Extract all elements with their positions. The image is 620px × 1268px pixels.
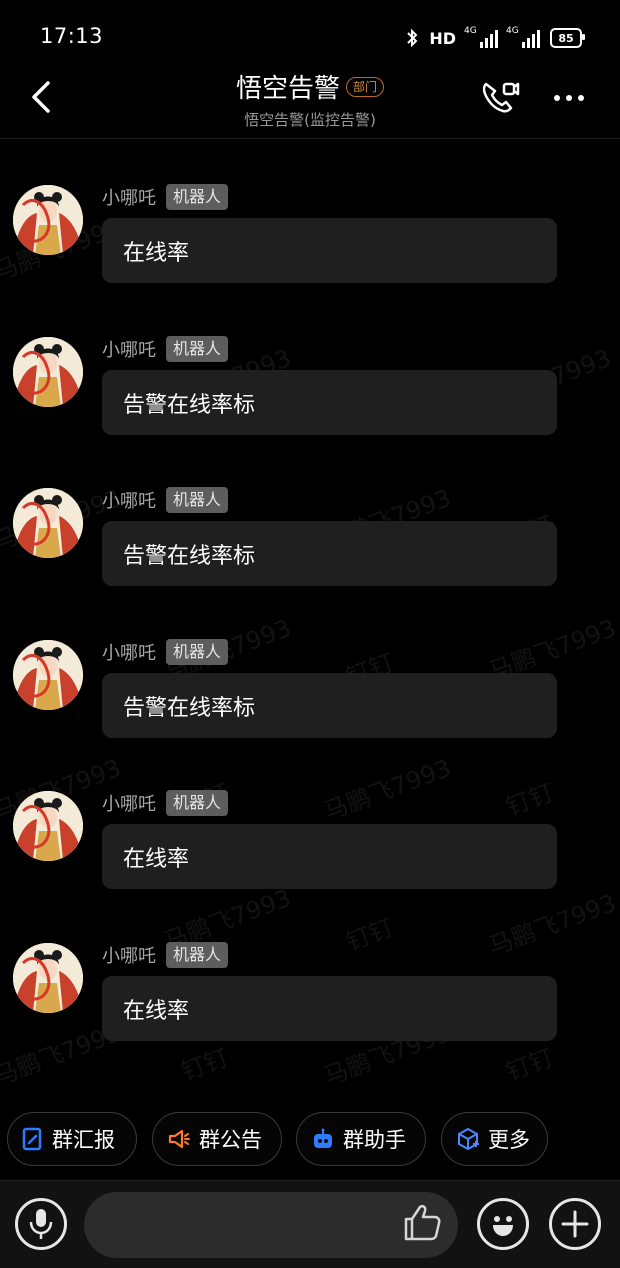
title-block[interactable]: 悟空告警 部门 悟空告警(监控告警) [0,68,620,130]
message-text: 告警在线率标 [123,544,256,569]
dot-icon [578,95,584,101]
message-bubble[interactable]: 在线率 [102,976,557,1041]
message-text: 告警在线率标 [123,696,256,721]
message-item: 小哪吒 机器人 在线率 [0,178,620,318]
status-indicators: HD 4G 4G 85 [405,24,585,52]
avatar[interactable] [13,488,83,558]
avatar[interactable] [13,337,83,407]
signal-icon-1: 4G [464,26,498,48]
group-announcement-label: 群公告 [199,1128,262,1152]
group-announcement-button[interactable]: 群公告 [152,1112,282,1166]
sender-info: 小哪吒 机器人 [102,639,229,665]
message-item: 小哪吒 机器人 告警在线率标 [0,633,620,773]
message-bubble[interactable]: 在线率 [102,218,557,283]
battery-level: 85 [558,31,574,45]
avatar[interactable] [13,943,83,1013]
avatar-illustration-icon [13,185,83,255]
page-subtitle: 悟空告警(监控告警) [244,111,376,129]
smiley-icon [493,1216,513,1236]
avatar-illustration-icon [13,791,83,861]
sender-info: 小哪吒 机器人 [102,184,229,210]
sender-name[interactable]: 小哪吒 [102,487,156,513]
cube-icon [458,1128,479,1150]
message-item: 小哪吒 机器人 在线率 [0,784,620,924]
message-bubble[interactable]: 告警在线率标 [102,370,557,435]
sender-name[interactable]: 小哪吒 [102,184,156,210]
message-text: 在线率 [123,241,190,266]
status-time: 17:13 [40,24,104,48]
message-item: 小哪吒 机器人 告警在线率标 [0,330,620,470]
megaphone-icon [168,1129,190,1149]
sender-info: 小哪吒 机器人 [102,790,229,816]
phone-video-icon [482,82,520,113]
dot-icon [554,95,560,101]
group-assistant-label: 群助手 [343,1128,406,1152]
quick-action-bar: 群汇报 群公告 群助手 更多 [0,1112,620,1170]
battery-icon: 85 [550,28,585,48]
message-list[interactable]: 马鹏飞7993 钉钉 马鹏飞7993 马鹏飞7993 马鹏飞7993 马鹏飞79… [0,140,620,1100]
message-bubble[interactable]: 告警在线率标 [102,673,557,738]
message-text: 在线率 [123,999,190,1024]
avatar[interactable] [13,640,83,710]
bot-badge: 机器人 [166,487,229,513]
signal-icon-2: 4G [506,26,540,48]
sender-name[interactable]: 小哪吒 [102,790,156,816]
call-button[interactable] [476,74,524,120]
emoji-button[interactable] [477,1198,529,1250]
group-assistant-button[interactable]: 群助手 [296,1112,426,1166]
sender-name[interactable]: 小哪吒 [102,639,156,665]
page-title: 悟空告警 [235,74,340,104]
avatar-illustration-icon [13,337,83,407]
signal-2-label: 4G [506,26,519,36]
thumbs-up-icon [404,1204,441,1241]
message-text: 在线率 [123,847,190,872]
bluetooth-icon [407,28,418,48]
message-bubble[interactable]: 告警在线率标 [102,521,557,586]
like-button[interactable] [398,1199,446,1247]
hd-label: HD [429,28,456,48]
microphone-icon [29,1209,53,1239]
sender-name[interactable]: 小哪吒 [102,336,156,362]
chat-header: 悟空告警 部门 悟空告警(监控告警) [0,60,620,139]
bot-badge: 机器人 [166,639,229,665]
sender-info: 小哪吒 机器人 [102,336,229,362]
more-actions-label: 更多 [488,1128,530,1152]
sender-info: 小哪吒 机器人 [102,487,229,513]
bot-badge: 机器人 [166,336,229,362]
more-options-button[interactable] [546,78,592,118]
bot-badge: 机器人 [166,790,229,816]
avatar-illustration-icon [13,488,83,558]
avatar-illustration-icon [13,943,83,1013]
input-bar [0,1180,620,1268]
sender-name[interactable]: 小哪吒 [102,942,156,968]
message-text: 告警在线率标 [123,393,256,418]
report-icon [22,1127,42,1151]
bot-badge: 机器人 [166,184,229,210]
sender-info: 小哪吒 机器人 [102,942,229,968]
department-badge: 部门 [346,76,385,97]
group-report-button[interactable]: 群汇报 [7,1112,137,1166]
voice-button[interactable] [15,1198,67,1250]
avatar[interactable] [13,185,83,255]
add-button[interactable] [549,1198,601,1250]
signal-1-label: 4G [464,26,477,36]
plus-icon [561,1210,589,1238]
robot-icon [314,1128,332,1148]
message-item: 小哪吒 机器人 在线率 [0,936,620,1076]
group-report-label: 群汇报 [52,1128,115,1152]
message-item: 小哪吒 机器人 告警在线率标 [0,481,620,621]
avatar-illustration-icon [13,640,83,710]
message-bubble[interactable]: 在线率 [102,824,557,889]
avatar[interactable] [13,791,83,861]
bot-badge: 机器人 [166,942,229,968]
more-actions-button[interactable]: 更多 [441,1112,548,1166]
dot-icon [566,95,572,101]
